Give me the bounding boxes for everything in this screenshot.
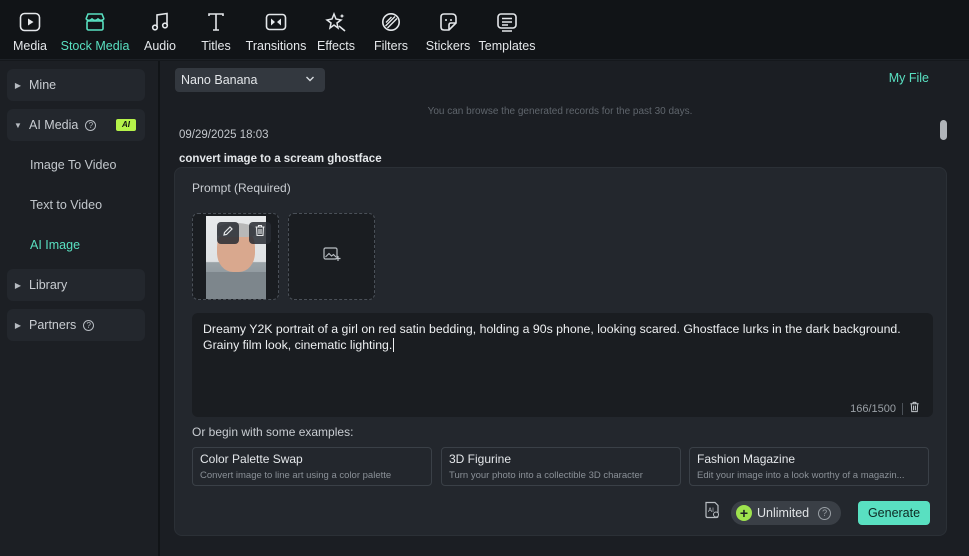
tab-transitions-label: Transitions [245, 39, 307, 53]
delete-image-button[interactable] [249, 222, 271, 244]
examples-label: Or begin with some examples: [192, 425, 354, 439]
history-notice: You can browse the generated records for… [427, 106, 693, 117]
generate-button[interactable]: Generate [858, 501, 930, 525]
add-image-icon [322, 246, 341, 267]
tab-filters-label: Filters [373, 39, 409, 53]
example-description: Turn your photo into a collectible 3D ch… [449, 470, 643, 481]
stock-media-icon [84, 11, 106, 33]
scrollbar-thumb[interactable] [940, 120, 947, 140]
sidebar-item-image-to-video[interactable]: Image To Video [30, 158, 116, 172]
tab-effects-label: Effects [317, 39, 355, 53]
effects-sparkle-icon [325, 11, 347, 33]
tab-filters[interactable]: Filters [374, 0, 408, 60]
filter-icon [380, 11, 402, 33]
char-count: 166/1500 [850, 402, 896, 415]
sidebar-item-library[interactable]: ▶ Library [7, 269, 145, 301]
tab-audio[interactable]: Audio [142, 0, 178, 60]
tab-transitions[interactable]: Transitions [246, 0, 306, 60]
tab-templates-label: Templates [478, 39, 536, 53]
top-toolbar: Media Stock Media Audio Titles Transitio… [0, 0, 969, 60]
prompt-label: Prompt (Required) [192, 181, 291, 195]
clear-prompt-icon[interactable] [909, 401, 920, 416]
credits-pill[interactable]: + Unlimited ? [731, 501, 841, 525]
my-file-link[interactable]: My File [889, 71, 929, 85]
sidebar-item-ai-media-label: AI Media [29, 118, 79, 132]
record-date: 09/29/2025 18:03 [179, 129, 269, 141]
example-card-color-palette-swap[interactable]: Color Palette Swap Convert image to line… [192, 447, 432, 486]
template-icon [496, 11, 518, 33]
prompt-textarea[interactable]: Dreamy Y2K portrait of a girl on red sat… [192, 313, 933, 417]
tab-media[interactable]: Media [10, 0, 50, 60]
trash-icon [254, 224, 266, 242]
char-counter: 166/1500 [850, 401, 920, 416]
tab-templates[interactable]: Templates [478, 0, 536, 60]
edit-image-button[interactable] [217, 222, 239, 244]
sidebar-item-ai-media[interactable]: ▼ AI Media ? AI [7, 109, 145, 141]
example-card-fashion-magazine[interactable]: Fashion Magazine Edit your image into a … [689, 447, 929, 486]
prompt-panel: Prompt (Required) Dreamy Y2K portrait of… [174, 167, 947, 536]
pencil-icon [222, 224, 234, 242]
tab-titles-label: Titles [201, 39, 231, 53]
sticker-icon [437, 11, 459, 33]
sidebar-item-library-label: Library [29, 278, 68, 292]
example-card-3d-figurine[interactable]: 3D Figurine Turn your photo into a colle… [441, 447, 681, 486]
tab-effects[interactable]: Effects [317, 0, 355, 60]
main-panel: Nano Banana My File You can browse the g… [160, 61, 969, 556]
ai-doc-icon: AI [703, 501, 721, 524]
media-icon [19, 11, 41, 33]
sidebar-item-text-to-video[interactable]: Text to Video [30, 198, 102, 212]
sidebar-item-partners-label: Partners [29, 318, 77, 332]
caret-down-icon: ▼ [14, 120, 22, 130]
reference-image-thumbnail[interactable] [192, 213, 279, 300]
ai-badge: AI [116, 119, 136, 131]
help-icon[interactable]: ? [83, 319, 95, 331]
example-title: Color Palette Swap [200, 452, 303, 466]
caret-right-icon: ▶ [14, 280, 22, 290]
text-t-icon [205, 11, 227, 33]
example-title: Fashion Magazine [697, 452, 796, 466]
text-cursor: ​ [393, 338, 395, 352]
model-select-value: Nano Banana [181, 73, 258, 87]
sidebar-item-partners[interactable]: ▶ Partners ? [7, 309, 145, 341]
sidebar: ▶ Mine ▼ AI Media ? AI Image To Video Te… [0, 61, 158, 556]
example-description: Edit your image into a look worthy of a … [697, 470, 905, 481]
caret-right-icon: ▶ [14, 320, 22, 330]
chevron-down-icon [305, 73, 315, 88]
tab-stickers[interactable]: Stickers [425, 0, 471, 60]
tab-stock-media-label: Stock Media [60, 39, 130, 53]
music-note-icon [149, 11, 171, 33]
tab-media-label: Media [12, 39, 48, 53]
tab-audio-label: Audio [144, 39, 176, 53]
help-icon[interactable]: ? [818, 506, 832, 520]
help-icon[interactable]: ? [85, 119, 97, 131]
example-title: 3D Figurine [449, 452, 512, 466]
tab-stickers-label: Stickers [425, 39, 471, 53]
record-title: convert image to a scream ghostface [179, 153, 382, 165]
svg-text:AI: AI [708, 507, 714, 514]
model-select[interactable]: Nano Banana [175, 68, 325, 92]
transition-icon [265, 11, 287, 33]
sidebar-item-ai-image[interactable]: AI Image [30, 238, 80, 252]
tab-stock-media[interactable]: Stock Media [61, 0, 129, 60]
add-image-slot[interactable] [288, 213, 375, 300]
credits-label: Unlimited [757, 506, 810, 520]
sidebar-item-mine[interactable]: ▶ Mine [7, 69, 145, 101]
plus-circle-icon: + [736, 505, 752, 521]
tab-titles[interactable]: Titles [199, 0, 233, 60]
ai-settings-button[interactable]: AI [702, 501, 722, 524]
sidebar-item-mine-label: Mine [29, 78, 57, 92]
example-description: Convert image to line art using a color … [200, 470, 392, 481]
prompt-text: Dreamy Y2K portrait of a girl on red sat… [203, 322, 901, 352]
caret-right-icon: ▶ [14, 80, 22, 90]
